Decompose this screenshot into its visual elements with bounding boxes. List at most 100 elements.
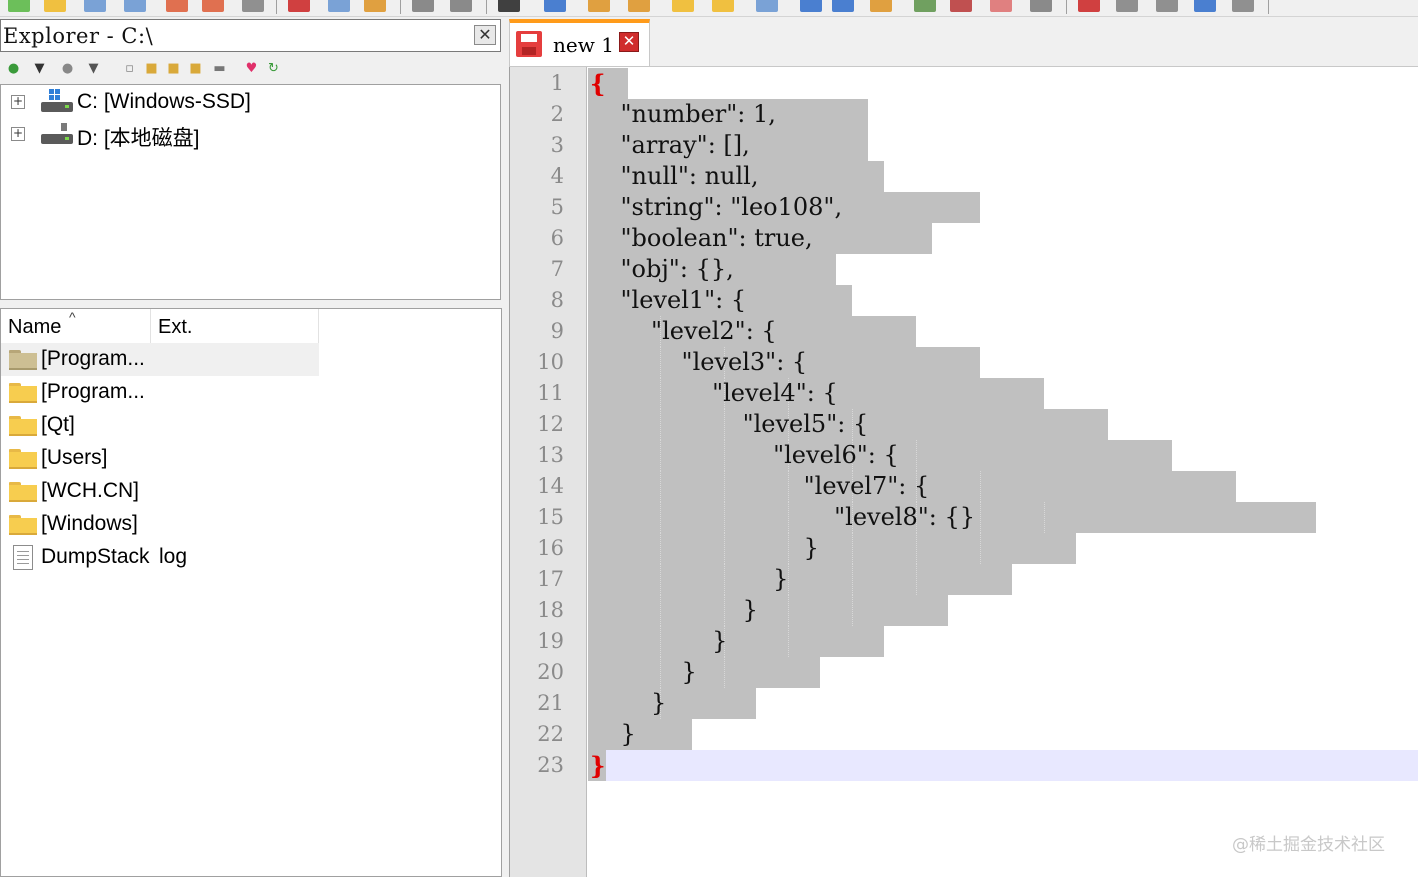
- code-line[interactable]: "level1": {: [590, 285, 747, 316]
- sort-ascending-icon: ^: [69, 309, 76, 325]
- expand-icon[interactable]: +: [11, 95, 25, 109]
- code-line[interactable]: "level3": {: [590, 347, 808, 378]
- line-number: 18: [537, 598, 564, 622]
- save-macro-icon[interactable]: [1232, 0, 1254, 12]
- forward-dropdown-icon[interactable]: ▼: [86, 61, 101, 76]
- list-item[interactable]: [Windows]: [1, 508, 319, 541]
- close-all-icon[interactable]: [202, 0, 224, 12]
- indent-guide: [980, 533, 982, 564]
- indent-guide: [916, 533, 918, 564]
- stop-macro-icon[interactable]: [1116, 0, 1138, 12]
- user-folder-icon[interactable]: ■: [188, 61, 203, 76]
- windows-drive-icon: [41, 89, 73, 115]
- code-line[interactable]: }: [590, 626, 727, 657]
- code-line[interactable]: }: [590, 750, 605, 781]
- code-line[interactable]: "level2": {: [590, 316, 777, 347]
- code-line[interactable]: "string": "leo108",: [590, 192, 843, 223]
- line-number: 14: [537, 474, 564, 498]
- folder-icon: [9, 449, 37, 469]
- zoom-in-icon[interactable]: [588, 0, 610, 12]
- function-list-icon[interactable]: [950, 0, 972, 12]
- doc-map-icon[interactable]: [914, 0, 936, 12]
- line-number: 11: [537, 381, 564, 405]
- code-line[interactable]: {: [590, 68, 605, 99]
- line-number-gutter: 1 2 3 4 5 6 7 8 9 10 11 12 13 14 15 16 17 18 19 20 21 22 23: [510, 67, 587, 877]
- file-name: [Program...: [41, 380, 145, 403]
- explorer-title-bar: Explorer - C:\ ✕: [0, 19, 501, 52]
- forward-icon[interactable]: ●: [60, 61, 75, 76]
- code-line[interactable]: }: [590, 564, 788, 595]
- folder-as-ws-icon[interactable]: [990, 0, 1012, 12]
- favorites-icon[interactable]: ♥: [244, 61, 259, 76]
- code-line[interactable]: "level5": {: [590, 409, 869, 440]
- code-line[interactable]: "level4": {: [590, 378, 838, 409]
- code-line[interactable]: "obj": {},: [590, 254, 734, 285]
- udl-icon[interactable]: [870, 0, 892, 12]
- code-editor[interactable]: 1 2 3 4 5 6 7 8 9 10 11 12 13 14 15 16 17 18 19 20 21 22 23 { …: [509, 67, 1418, 877]
- save-all-icon[interactable]: [124, 0, 146, 12]
- all-chars-icon[interactable]: [800, 0, 822, 12]
- paste-icon[interactable]: [364, 0, 386, 12]
- list-item[interactable]: [Program...: [1, 376, 319, 409]
- line-number: 23: [537, 753, 564, 777]
- list-item[interactable]: DumpStack log: [1, 541, 319, 574]
- tab-close-icon[interactable]: ✕: [619, 32, 639, 52]
- code-line[interactable]: "array": [],: [590, 130, 750, 161]
- code-line[interactable]: }: [590, 657, 697, 688]
- play-macro-icon[interactable]: [1156, 0, 1178, 12]
- undo-icon[interactable]: [412, 0, 434, 12]
- open-icon[interactable]: [44, 0, 66, 12]
- code-line[interactable]: }: [590, 688, 666, 719]
- code-line[interactable]: "boolean": true,: [590, 223, 813, 254]
- file-name: [Users]: [41, 446, 108, 469]
- back-icon[interactable]: ●: [6, 61, 21, 76]
- file-name: [Qt]: [41, 413, 75, 436]
- code-line[interactable]: }: [590, 719, 636, 750]
- file-name: DumpStack: [41, 545, 150, 568]
- copy-icon[interactable]: [328, 0, 350, 12]
- indent-guide: [852, 595, 854, 626]
- sync-v-icon[interactable]: [672, 0, 694, 12]
- code-line[interactable]: "level7": {: [590, 471, 930, 502]
- replace-icon[interactable]: [544, 0, 566, 12]
- back-dropdown-icon[interactable]: ▼: [32, 61, 47, 76]
- redo-icon[interactable]: [450, 0, 472, 12]
- save-icon[interactable]: [84, 0, 106, 12]
- code-line[interactable]: }: [590, 533, 819, 564]
- close-icon[interactable]: ✕: [474, 25, 496, 45]
- run-macro-icon[interactable]: [1194, 0, 1216, 12]
- code-line[interactable]: "level8": {}: [590, 502, 975, 533]
- indent-guide-icon[interactable]: [832, 0, 854, 12]
- new-icon[interactable]: [8, 0, 30, 12]
- code-line[interactable]: }: [590, 595, 758, 626]
- list-item[interactable]: [WCH.CN]: [1, 475, 319, 508]
- new-file-icon[interactable]: ▫: [122, 61, 137, 76]
- wrap-icon[interactable]: [756, 0, 778, 12]
- column-header-name[interactable]: Name ^: [1, 309, 151, 343]
- code-line[interactable]: "level6": {: [590, 440, 899, 471]
- line-number: 9: [550, 319, 564, 343]
- open-folder-icon[interactable]: ■: [166, 61, 181, 76]
- cut-icon[interactable]: [288, 0, 310, 12]
- monitor-icon[interactable]: [1030, 0, 1052, 12]
- list-item[interactable]: [Qt]: [1, 409, 319, 442]
- column-header-ext[interactable]: Ext.: [151, 309, 319, 343]
- find-icon[interactable]: [498, 0, 520, 12]
- close-file-icon[interactable]: [166, 0, 188, 12]
- code-line[interactable]: "null": null,: [590, 161, 759, 192]
- record-macro-icon[interactable]: [1078, 0, 1100, 12]
- column-header-label: Ext.: [158, 316, 193, 338]
- expand-icon[interactable]: +: [11, 127, 25, 141]
- sync-h-icon[interactable]: [712, 0, 734, 12]
- explorer-panel: Explorer - C:\ ✕ ● ▼ ● ▼ ▫ ■ ■ ■ ▬ ♥ ↻ +: [0, 17, 503, 877]
- drive-icon[interactable]: ▬: [212, 61, 227, 76]
- tab-new-1[interactable]: new 1 ✕: [509, 19, 650, 66]
- print-icon[interactable]: [242, 0, 264, 12]
- new-folder-icon[interactable]: ■: [144, 61, 159, 76]
- code-line[interactable]: "number": 1,: [590, 99, 776, 130]
- editor-tab-bar: new 1 ✕: [509, 17, 1418, 67]
- list-item[interactable]: [Program...: [1, 343, 319, 376]
- refresh-icon[interactable]: ↻: [266, 61, 281, 76]
- zoom-out-icon[interactable]: [628, 0, 650, 12]
- list-item[interactable]: [Users]: [1, 442, 319, 475]
